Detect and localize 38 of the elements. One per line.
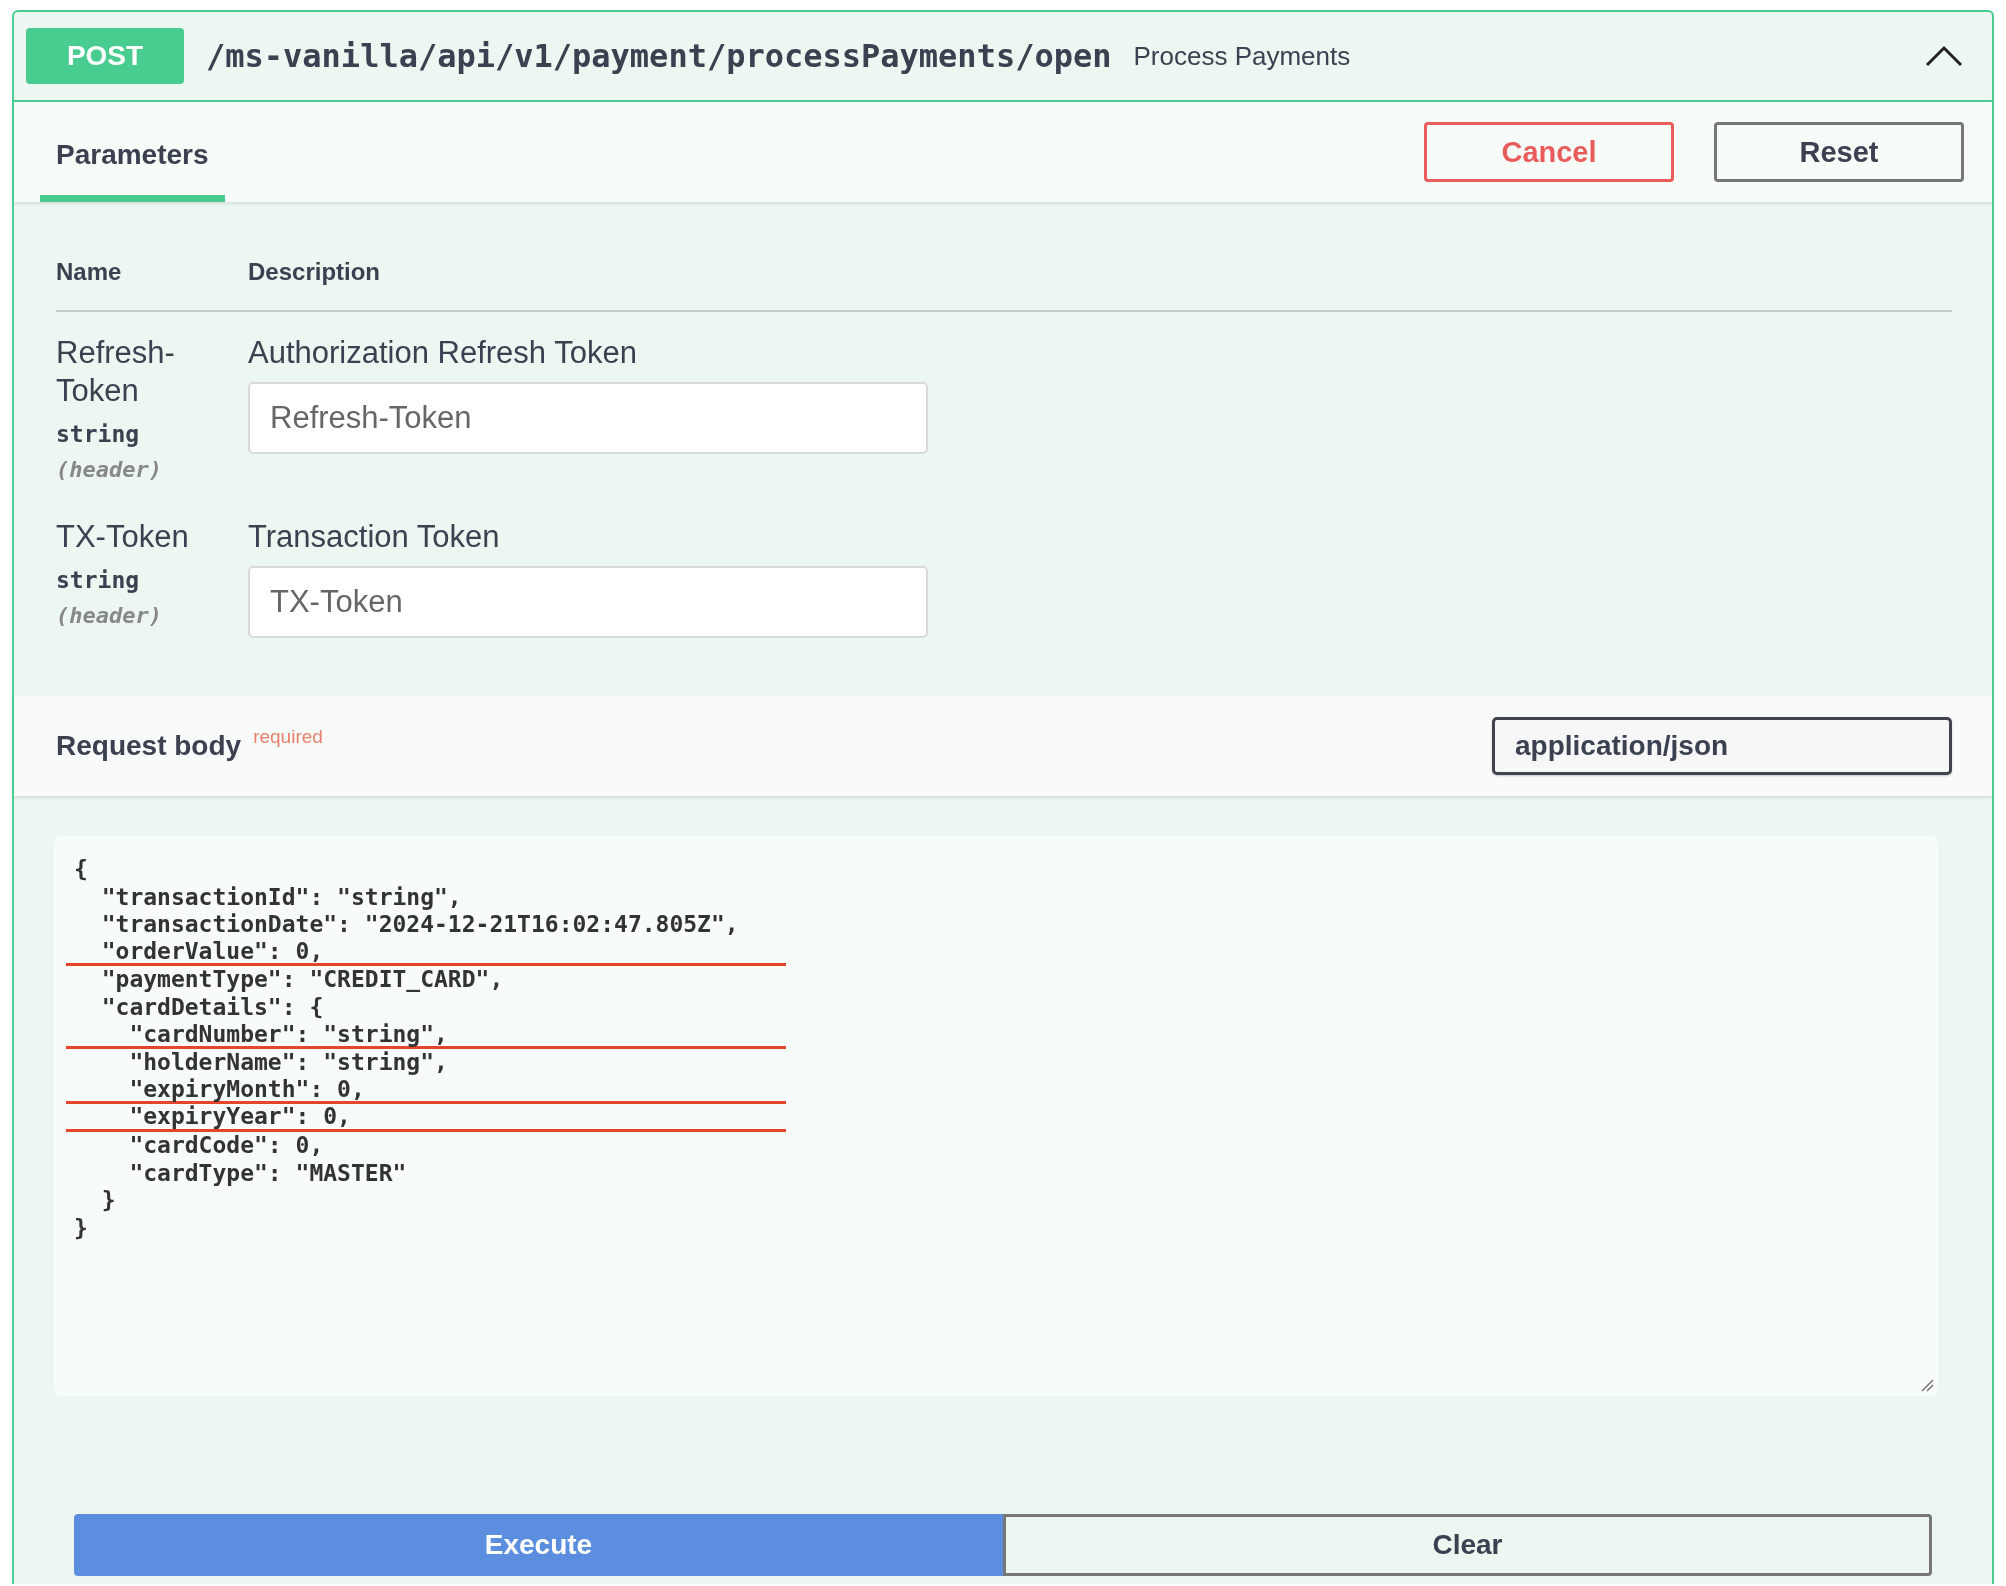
column-header: Name (56, 258, 123, 286)
parameter-type: string (56, 566, 141, 595)
code-line: "cardType": "MASTER" (128, 1159, 407, 1188)
code-line: "cardNumber": "string", (66, 1021, 786, 1050)
request-body-editor[interactable] (54, 836, 1938, 1396)
method-badge: POST (26, 28, 184, 84)
endpoint-summary: Process Payments (1133, 40, 1352, 72)
code-line: "orderValue": 0, (66, 938, 786, 967)
code-line: { (74, 856, 88, 884)
clear-button[interactable]: Clear (1003, 1514, 1932, 1576)
code-line: } (74, 1214, 88, 1243)
section-title: Request body (56, 730, 242, 762)
parameter-description: Transaction Token (248, 518, 501, 556)
resize-grip-icon[interactable] (1920, 1378, 1934, 1392)
parameter-name: TX-Token (56, 518, 190, 556)
parameter-location: (header) (56, 456, 163, 484)
parameters-tab[interactable]: Parameters (40, 109, 225, 202)
parameter-input-field[interactable]: TX-Token (248, 566, 928, 638)
code-line: "cardDetails": { (100, 993, 324, 1022)
parameter-type: string (56, 420, 141, 449)
code-line: "transactionId": "string", (100, 883, 462, 912)
content-type-select[interactable]: application/json (1492, 717, 1952, 775)
parameter-description: Authorization Refresh Token (248, 334, 638, 372)
code-line: "cardCode": 0, (128, 1131, 324, 1160)
code-line: "expiryMonth": 0, (66, 1076, 786, 1105)
collapse-chevron-icon[interactable] (1924, 44, 1964, 68)
code-line: "expiryYear": 0, (66, 1104, 786, 1132)
code-line: } (100, 1187, 116, 1215)
parameter-input-field[interactable]: Refresh-Token (248, 382, 928, 454)
required-label: required (253, 726, 323, 748)
code-line: "transactionDate": "2024-12-21T16:02:47.805Z", (100, 911, 739, 939)
reset-button[interactable]: Reset (1714, 122, 1964, 182)
code-line: "holderName": "string", (128, 1049, 448, 1077)
endpoint-path: /ms-vanilla/api/v1/payment/processPayments/open (206, 37, 1112, 75)
parameter-name: Refresh-Token (56, 334, 176, 410)
column-header: Description (248, 258, 381, 286)
parameter-location: (header) (56, 602, 163, 630)
code-line: "paymentType": "CREDIT_CARD", (100, 966, 504, 994)
